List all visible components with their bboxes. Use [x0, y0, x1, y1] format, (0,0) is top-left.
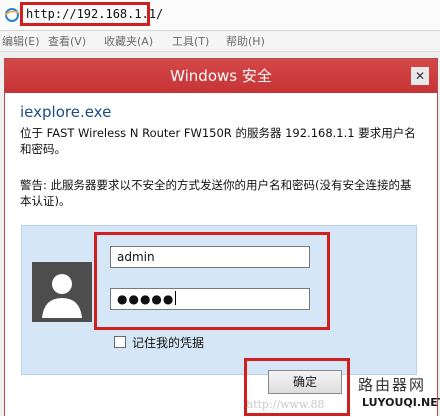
watermark-url: http://www.88: [246, 398, 325, 411]
watermark-title: 路由器网: [358, 376, 427, 394]
remember-checkbox[interactable]: [114, 336, 126, 348]
security-warning: 警告: 此服务器要求以不安全的方式发送你的用户名和密码(没有安全连接的基本认证)…: [20, 178, 412, 208]
menu-view[interactable]: 查看(V): [48, 33, 86, 49]
server-description: 位于 FAST Wireless N Router FW150R 的服务器 19…: [20, 126, 416, 156]
close-icon[interactable]: ✕: [411, 67, 429, 85]
menu-favorites[interactable]: 收藏夹(A): [104, 33, 153, 49]
security-dialog: Windows 安全 ✕ iexplore.exe 位于 FAST Wirele…: [4, 58, 438, 417]
address-bar: http://192.168.1.1/: [0, 0, 440, 31]
remember-label: 记住我的凭据: [132, 336, 205, 350]
remember-credentials[interactable]: 记住我的凭据: [114, 334, 204, 351]
menu-help[interactable]: 帮助(H): [226, 33, 265, 49]
watermark-site: LUYOUQI.NET: [362, 396, 440, 409]
credential-panel: admin ●●●●● 记住我的凭据: [21, 225, 417, 375]
menu-tools[interactable]: 工具(T): [172, 33, 209, 49]
dialog-body: iexplore.exe 位于 FAST Wireless N Router F…: [5, 93, 437, 417]
menu-edit[interactable]: 编辑(E): [2, 33, 40, 49]
dialog-titlebar: Windows 安全 ✕: [5, 59, 437, 93]
user-avatar-icon: [32, 262, 92, 322]
url-highlight-box: [20, 2, 150, 26]
dialog-title: Windows 安全: [170, 67, 272, 85]
credential-highlight-box: [94, 232, 330, 330]
app-name: iexplore.exe: [20, 103, 112, 121]
menu-bar: 编辑(E) 查看(V) 收藏夹(A) 工具(T) 帮助(H): [0, 31, 440, 52]
ie-icon: [4, 8, 20, 22]
